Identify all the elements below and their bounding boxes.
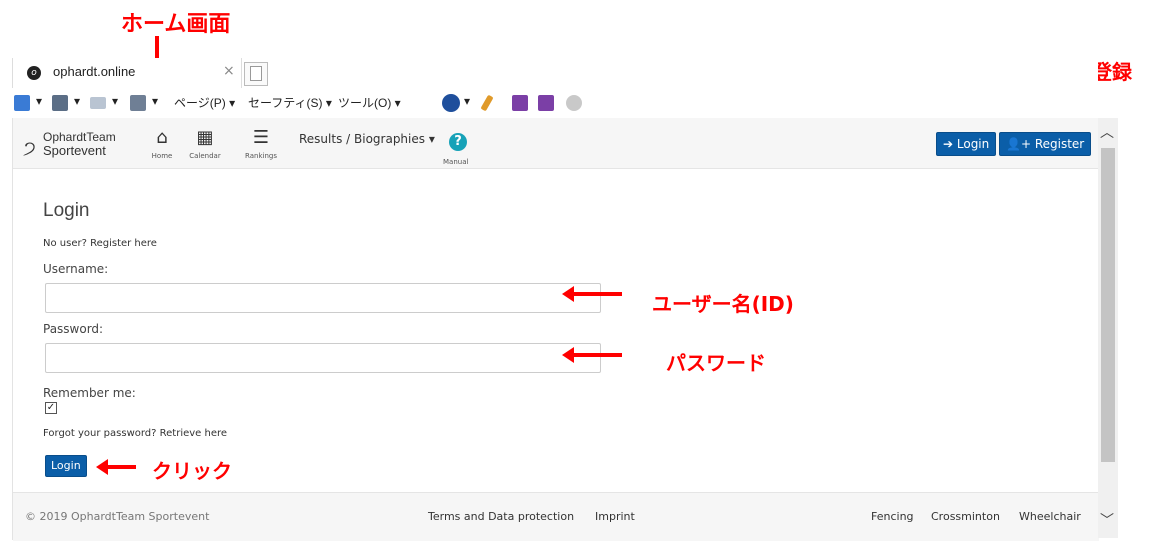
username-input[interactable] xyxy=(45,283,601,313)
logo-line2: Sportevent xyxy=(43,143,106,158)
register-label: Register xyxy=(1034,137,1085,151)
home-icon[interactable] xyxy=(14,95,30,111)
annotation-click-text: クリック xyxy=(152,459,232,483)
site-navbar: ੭ OphardtTeam Sportevent ⌂ Home ▦ Calend… xyxy=(13,118,1099,169)
page-title: Login xyxy=(43,200,90,221)
tools-menu[interactable]: ツール(O) ▾ xyxy=(338,94,401,111)
annotation-click-arrow-shaft xyxy=(106,465,136,469)
scroll-up-icon[interactable]: ︿ xyxy=(1100,122,1114,142)
browser-tab[interactable]: o ophardt.online × xyxy=(12,58,242,88)
register-button[interactable]: 👤+ Register xyxy=(999,132,1092,156)
rankings-icon: ☰ xyxy=(252,127,270,148)
onenote-send-icon[interactable] xyxy=(512,95,528,111)
pen-icon[interactable] xyxy=(480,94,494,112)
username-label: Username: xyxy=(43,262,109,276)
page-menu[interactable]: ページ(P) ▾ xyxy=(174,94,235,111)
fencing-link[interactable]: Fencing xyxy=(871,510,914,523)
help-dropdown-icon[interactable]: ▾ xyxy=(464,94,470,108)
safety-menu[interactable]: セーフティ(S) ▾ xyxy=(248,94,332,111)
new-tab-button[interactable] xyxy=(244,62,268,86)
nav-calendar-label: Calendar xyxy=(189,152,221,160)
annotation-password-text: パスワード xyxy=(666,351,766,375)
site-logo[interactable]: ੭ OphardtTeam Sportevent xyxy=(23,130,143,160)
remember-me-label: Remember me: xyxy=(43,386,136,400)
onenote-linked-icon[interactable] xyxy=(538,95,554,111)
annotation-home-text: ホーム画面 xyxy=(121,12,231,37)
copyright-text: © 2019 OphardtTeam Sportevent xyxy=(25,510,210,523)
user-plus-icon: 👤+ xyxy=(1006,137,1035,151)
forgot-password-link[interactable]: Forgot your password? Retrieve here xyxy=(43,428,227,439)
browser-tab-bar: o ophardt.online × xyxy=(12,58,1098,89)
calendar-icon: ▦ xyxy=(196,127,214,148)
scrollbar-thumb[interactable] xyxy=(1101,148,1115,462)
help-icon[interactable] xyxy=(442,94,460,112)
home-dropdown-icon[interactable]: ▾ xyxy=(36,94,42,108)
home-icon: ⌂ xyxy=(156,127,168,148)
wheelchair-link[interactable]: Wheelchair xyxy=(1019,510,1081,523)
password-label: Password: xyxy=(43,322,104,336)
password-input[interactable] xyxy=(45,343,601,373)
navbar-login-button[interactable]: ➔ Login xyxy=(936,132,997,156)
annotation-username-text: ユーザー名(ID) xyxy=(652,292,794,316)
results-biographies-menu[interactable]: Results / Biographies ▾ xyxy=(299,132,435,146)
annotation-password-arrow-shaft xyxy=(572,353,622,357)
logo-line1: OphardtTeam xyxy=(43,130,116,144)
mail-icon[interactable] xyxy=(90,97,106,109)
browser-command-bar: ▾ ▾ ▾ ▾ ページ(P) ▾ セーフティ(S) ▾ ツール(O) ▾ ▾ xyxy=(12,88,1098,118)
terms-link[interactable]: Terms and Data protection xyxy=(428,510,574,523)
login-submit-button[interactable]: Login xyxy=(45,455,87,477)
nav-calendar[interactable]: ▦ Calendar xyxy=(187,127,223,161)
login-arrow-icon: ➔ xyxy=(943,137,957,151)
nav-home[interactable]: ⌂ Home xyxy=(147,127,177,161)
register-link[interactable]: No user? Register here xyxy=(43,238,157,249)
remember-me-checkbox[interactable]: ✓ xyxy=(45,402,57,414)
print-icon[interactable] xyxy=(130,95,146,111)
nav-home-label: Home xyxy=(151,152,173,160)
print-dropdown-icon[interactable]: ▾ xyxy=(152,94,158,108)
nav-rankings[interactable]: ☰ Rankings xyxy=(241,127,281,161)
scroll-down-icon[interactable]: ﹀ xyxy=(1100,510,1114,530)
browser-tab-title: ophardt.online xyxy=(53,64,136,79)
settings-gear-icon[interactable] xyxy=(566,95,582,111)
feeds-icon[interactable] xyxy=(52,95,68,111)
feeds-dropdown-icon[interactable]: ▾ xyxy=(74,94,80,108)
tab-close-icon[interactable]: × xyxy=(223,63,235,79)
logo-mark-icon: ੭ xyxy=(23,136,36,160)
mail-dropdown-icon[interactable]: ▾ xyxy=(112,94,118,108)
crossminton-link[interactable]: Crossminton xyxy=(931,510,1000,523)
imprint-link[interactable]: Imprint xyxy=(595,510,635,523)
manual-help-icon[interactable]: ? xyxy=(449,133,467,151)
site-footer: © 2019 OphardtTeam Sportevent Terms and … xyxy=(13,492,1099,541)
site-favicon-icon: o xyxy=(27,66,41,80)
manual-label[interactable]: Manual xyxy=(443,158,468,166)
nav-rankings-label: Rankings xyxy=(245,152,277,160)
annotation-username-arrow-shaft xyxy=(572,292,622,296)
navbar-login-label: Login xyxy=(956,137,990,151)
